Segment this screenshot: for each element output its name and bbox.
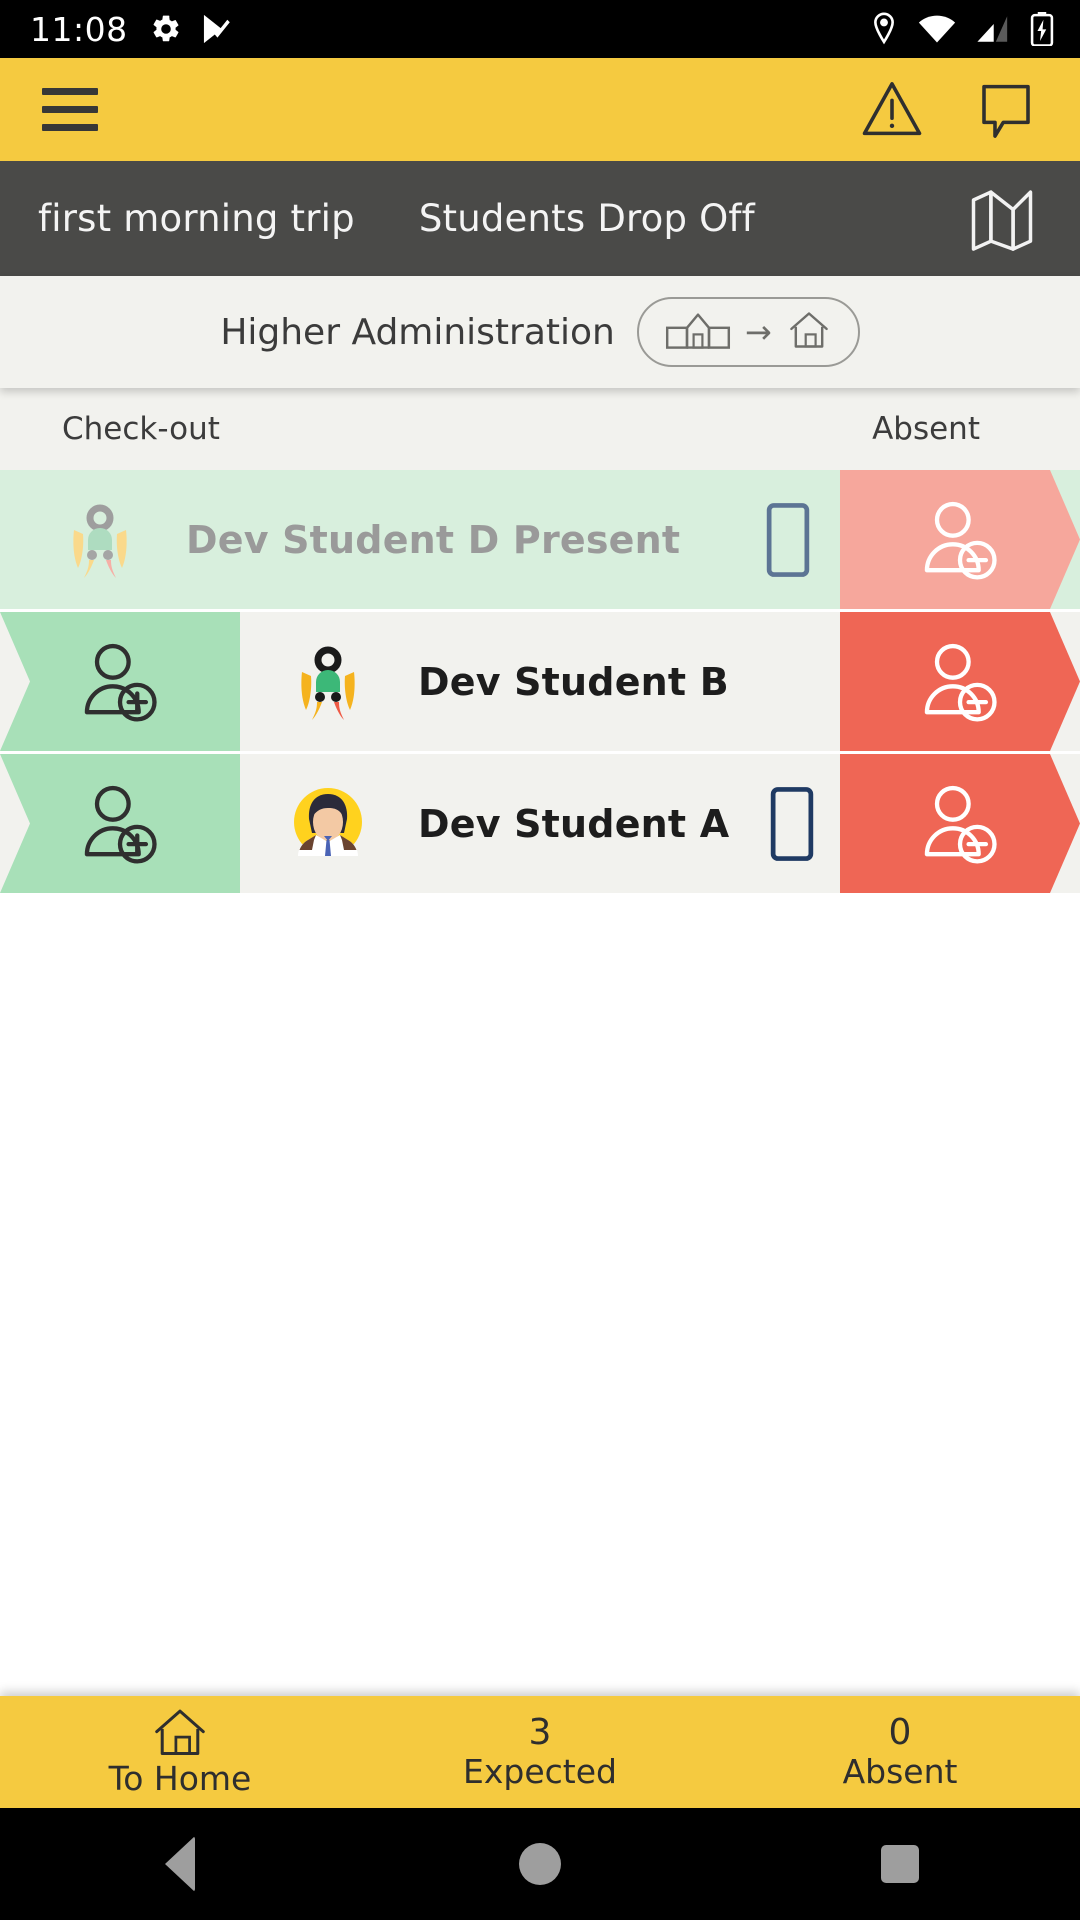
trip-type: Students Drop Off: [418, 197, 755, 240]
absent-counter[interactable]: 0 Absent: [720, 1696, 1080, 1808]
avatar: [52, 492, 148, 588]
status-bar-clock: 11:08: [30, 9, 128, 49]
phone-icon[interactable]: [766, 502, 810, 578]
route-subheader: Higher Administration →: [0, 276, 1080, 388]
cellular-signal-icon: [976, 14, 1010, 44]
absent-action-button[interactable]: [840, 612, 1080, 751]
trip-name: first morning trip: [38, 197, 355, 240]
hamburger-line: [42, 88, 98, 95]
android-nav-bar: [0, 1808, 1080, 1920]
table-row[interactable]: Dev Student D Present: [0, 470, 1080, 609]
status-bar: 11:08: [0, 0, 1080, 58]
battery-charging-icon: [1030, 12, 1054, 46]
square-recents-icon[interactable]: [825, 1808, 975, 1920]
column-header-checkout: Check-out: [62, 411, 220, 447]
absent-count: 0: [888, 1711, 912, 1753]
app-bar: [0, 58, 1080, 161]
avatar: [280, 776, 376, 872]
play-check-icon: [200, 13, 230, 45]
chat-bubble-icon[interactable]: [970, 74, 1042, 146]
absent-action-button[interactable]: [840, 754, 1080, 893]
page-title: Higher Administration: [220, 311, 615, 353]
direction-badge[interactable]: →: [636, 297, 860, 367]
to-home-button[interactable]: To Home: [0, 1696, 360, 1808]
absent-label: Absent: [842, 1751, 958, 1791]
folded-map-icon[interactable]: [964, 181, 1040, 257]
app-bar-actions: [856, 74, 1042, 146]
phone-icon[interactable]: [770, 786, 814, 862]
trip-bar: first morning trip Students Drop Off: [0, 161, 1080, 276]
list-column-header: Check-out Absent: [0, 388, 1080, 470]
expected-label: Expected: [463, 1751, 617, 1791]
app-root: 11:08 first morning trip Students Drop O…: [0, 0, 1080, 1920]
warning-triangle-icon[interactable]: [856, 74, 928, 146]
arrow-right-icon: →: [744, 313, 772, 351]
location-pin-icon: [870, 12, 898, 46]
hamburger-line: [42, 106, 98, 113]
student-list: Dev Student D Present Dev Student B Dev …: [0, 470, 1080, 896]
student-name: Dev Student D Present: [186, 517, 681, 562]
empty-list-area: [0, 896, 1080, 1696]
status-bar-notification-icons: [150, 13, 230, 45]
bottom-summary-bar: To Home 3 Expected 0 Absent: [0, 1696, 1080, 1808]
expected-count: 3: [528, 1711, 552, 1753]
school-building-icon: [665, 308, 731, 356]
absent-action-button[interactable]: [840, 470, 1080, 609]
gear-icon: [150, 13, 182, 45]
avatar: [280, 634, 376, 730]
wifi-icon: [918, 14, 956, 44]
table-row[interactable]: Dev Student A: [0, 754, 1080, 893]
hamburger-line: [42, 124, 98, 131]
status-bar-system-icons: [870, 12, 1054, 46]
circle-home-icon[interactable]: [465, 1808, 615, 1920]
home-icon: [152, 1707, 208, 1759]
table-row[interactable]: Dev Student B: [0, 612, 1080, 751]
student-name: Dev Student A: [418, 801, 730, 846]
expected-counter[interactable]: 3 Expected: [360, 1696, 720, 1808]
column-header-absent: Absent: [872, 411, 980, 447]
home-icon: [786, 308, 832, 356]
triangle-back-icon[interactable]: [105, 1808, 255, 1920]
student-name: Dev Student B: [418, 659, 729, 704]
to-home-label: To Home: [108, 1758, 252, 1798]
hamburger-menu-icon[interactable]: [42, 88, 98, 131]
